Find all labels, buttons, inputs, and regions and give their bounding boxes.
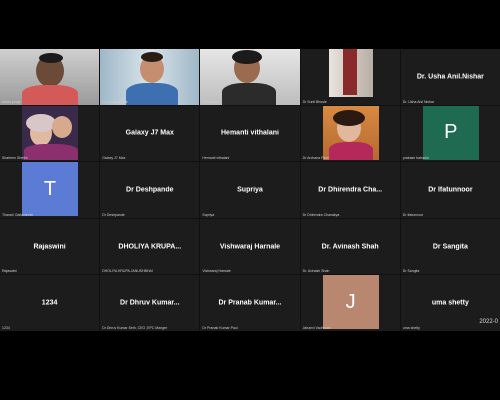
participant-video <box>300 49 400 105</box>
participant-video <box>200 49 300 105</box>
participant-display-name: Dr. Usha Anil.Nishar <box>416 73 484 81</box>
participant-name: uma shetty <box>402 325 420 330</box>
participant-tile[interactable]: Dr Deshpande Dr Deshpande <box>100 162 200 218</box>
participant-name: Dr Sangita <box>402 269 420 274</box>
participant-display-name: Dr Sangita <box>432 243 468 251</box>
participant-display-name: Galaxy J7 Max <box>125 129 174 137</box>
participant-display-name: DHOLIYA KRUPA... <box>118 243 182 251</box>
participant-grid: aruna pooja Dr Archana Pate Ruhi Jasvi D… <box>0 49 500 331</box>
participant-tile[interactable]: Dr. Usha Anil.Nishar Dr. Usha Anil Nisha… <box>400 49 500 105</box>
participant-name: 1234 <box>2 325 10 330</box>
avatar-initial: J <box>322 275 379 330</box>
participant-name: Tharani Gaikwander <box>2 212 34 217</box>
participant-display-name: Dr Pranab Kumar... <box>218 299 282 307</box>
participant-name: Dr. Usha Anil Nishar <box>402 99 435 104</box>
participant-tile[interactable]: Dr Sangita Dr Sangita <box>400 218 500 275</box>
participant-name: Supriya <box>202 212 215 217</box>
participant-name: Dr Ifatunnoor <box>402 212 424 217</box>
participant-name: prakash bahadur <box>402 156 430 161</box>
participant-tile[interactable]: Dr Archana Patel <box>300 105 400 162</box>
participant-display-name: Dr Dhruv Kumar... <box>120 299 180 307</box>
participant-name: DHOLIYA KRUPA JANUSHBHAI <box>102 269 153 274</box>
timestamp: 2022-0 <box>477 318 500 326</box>
participant-tile[interactable]: J Jahanvi Vadhwani <box>300 275 400 331</box>
participant-name: aruna pooja <box>2 99 21 104</box>
participant-tile[interactable]: Vishwaraj Harnale Vishwaraj Harnale <box>200 218 300 275</box>
participant-video <box>300 105 400 162</box>
participant-tile[interactable]: Dr Archana Pate <box>100 49 200 105</box>
participant-name: Dr Pranab Kumar Paul <box>202 325 238 330</box>
participant-name: Dr Dhruv Kumar Seth, CEO ,EPC Manger <box>102 325 168 330</box>
participant-video <box>0 105 100 162</box>
participant-name: Dr Archana Pate <box>102 99 128 104</box>
participant-tile[interactable]: 1234 1234 <box>0 275 100 331</box>
participant-name: Shaheen Sheikh <box>2 156 28 161</box>
participant-tile[interactable]: Galaxy J7 Max Galaxy J7 Max <box>100 105 200 162</box>
participant-tile[interactable]: Dr Dhirendra Cha... Dr Dhirendra Chanaky… <box>300 162 400 218</box>
participant-tile[interactable]: Supriya Supriya <box>200 162 300 218</box>
participant-display-name: Rajaswini <box>33 243 66 251</box>
participant-name: Dr Archana Patel <box>302 156 330 161</box>
participant-name: Dr Deshpande <box>102 212 125 217</box>
participant-display-name: Hemanti vithalani <box>221 129 279 137</box>
participant-tile[interactable]: Dr Dhruv Kumar... Dr Dhruv Kumar Seth, C… <box>100 275 200 331</box>
participant-display-name: Vishwaraj Harnale <box>219 243 281 251</box>
participant-display-name: Dr Dhirendra Cha... <box>318 186 383 194</box>
participant-tile[interactable]: P prakash bahadur <box>400 105 500 162</box>
participant-name: Dr. Avinash Shah <box>302 269 330 274</box>
participant-name: Jahanvi Vadhwani <box>302 325 331 330</box>
participant-tile[interactable]: Dr. Avinash Shah Dr. Avinash Shah <box>300 218 400 275</box>
participant-display-name: Dr Deshpande <box>126 186 174 194</box>
participant-display-name: Dr. Avinash Shah <box>321 243 379 251</box>
participant-display-name: Supriya <box>237 186 263 194</box>
participant-tile[interactable]: T Tharani Gaikwander <box>0 162 100 218</box>
avatar-initial: T <box>22 162 78 217</box>
participant-name: Vishwaraj Harnale <box>202 269 231 274</box>
participant-tile[interactable]: Shaheen Sheikh <box>0 105 100 162</box>
participant-tile[interactable]: Dr Sunil Bhosle <box>300 49 400 105</box>
participant-name: Rajaswini <box>2 269 17 274</box>
participant-name: Hemanti vithalani <box>202 156 230 161</box>
participant-name: Galaxy J7 Max <box>102 156 126 161</box>
participant-display-name: uma shetty <box>431 299 469 307</box>
avatar-initial: P <box>422 105 479 160</box>
participant-tile[interactable]: Rajaswini Rajaswini <box>0 218 100 275</box>
participant-video <box>100 49 200 105</box>
participant-display-name: 1234 <box>41 299 58 307</box>
participant-video <box>0 49 100 105</box>
participant-tile[interactable]: Ruhi Jasvi <box>200 49 300 105</box>
participant-name: Dr Dhirendra Chanakya <box>302 212 340 217</box>
participant-name: Ruhi Jasvi <box>202 99 219 104</box>
participant-name: Dr Sunil Bhosle <box>302 99 327 104</box>
participant-tile[interactable]: DHOLIYA KRUPA... DHOLIYA KRUPA JANUSHBHA… <box>100 218 200 275</box>
participant-tile[interactable]: Dr Pranab Kumar... Dr Pranab Kumar Paul <box>200 275 300 331</box>
participant-tile[interactable]: aruna pooja <box>0 49 100 105</box>
participant-display-name: Dr Ifatunnoor <box>428 186 473 194</box>
participant-tile[interactable]: Dr Ifatunnoor Dr Ifatunnoor <box>400 162 500 218</box>
participant-tile[interactable]: Hemanti vithalani Hemanti vithalani <box>200 105 300 162</box>
